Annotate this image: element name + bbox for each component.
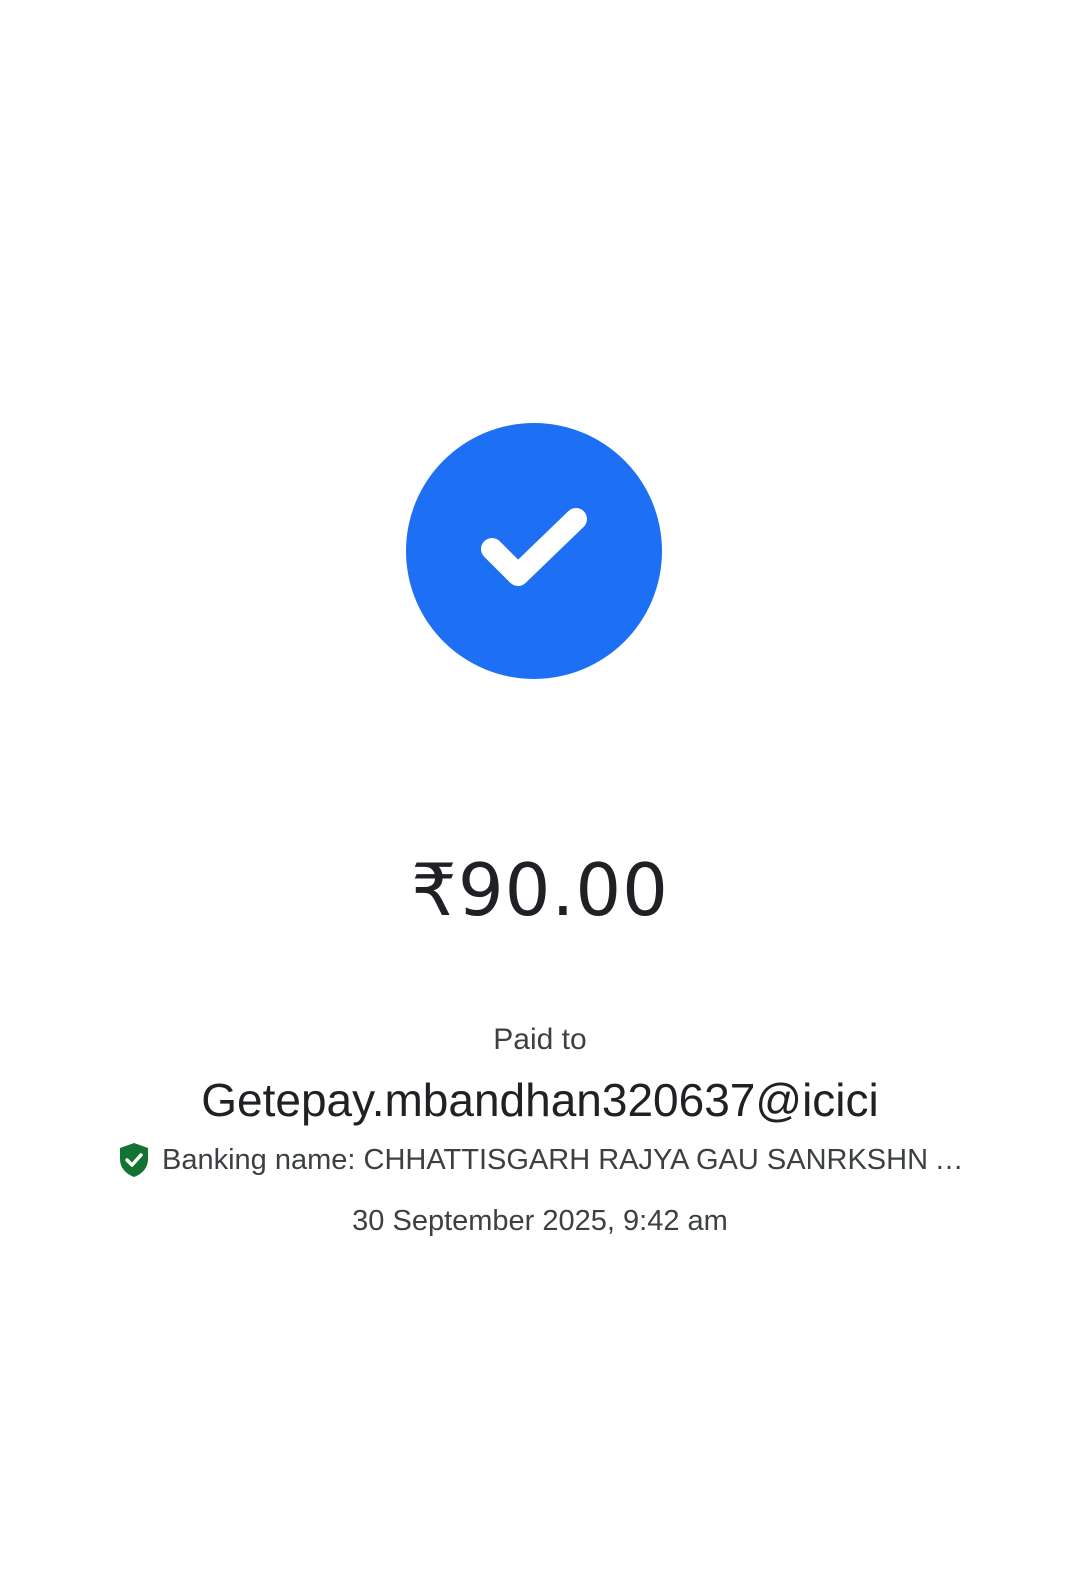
banking-name-row: Banking name: CHHATTISGARH RAJYA GAU SAN… [118,1138,968,1182]
payment-success-check-icon [406,423,662,679]
verified-shield-icon [120,1143,148,1177]
paid-to-label: Paid to [493,1023,587,1056]
payment-amount: ₹90.00 [411,848,669,932]
banking-name-text: Banking name: CHHATTISGARH RAJYA GAU SAN… [162,1144,968,1176]
payment-timestamp: 30 September 2025, 9:42 am [352,1205,728,1237]
payee-upi-id: Getepay.mbandhan320637@icici [201,1074,879,1126]
